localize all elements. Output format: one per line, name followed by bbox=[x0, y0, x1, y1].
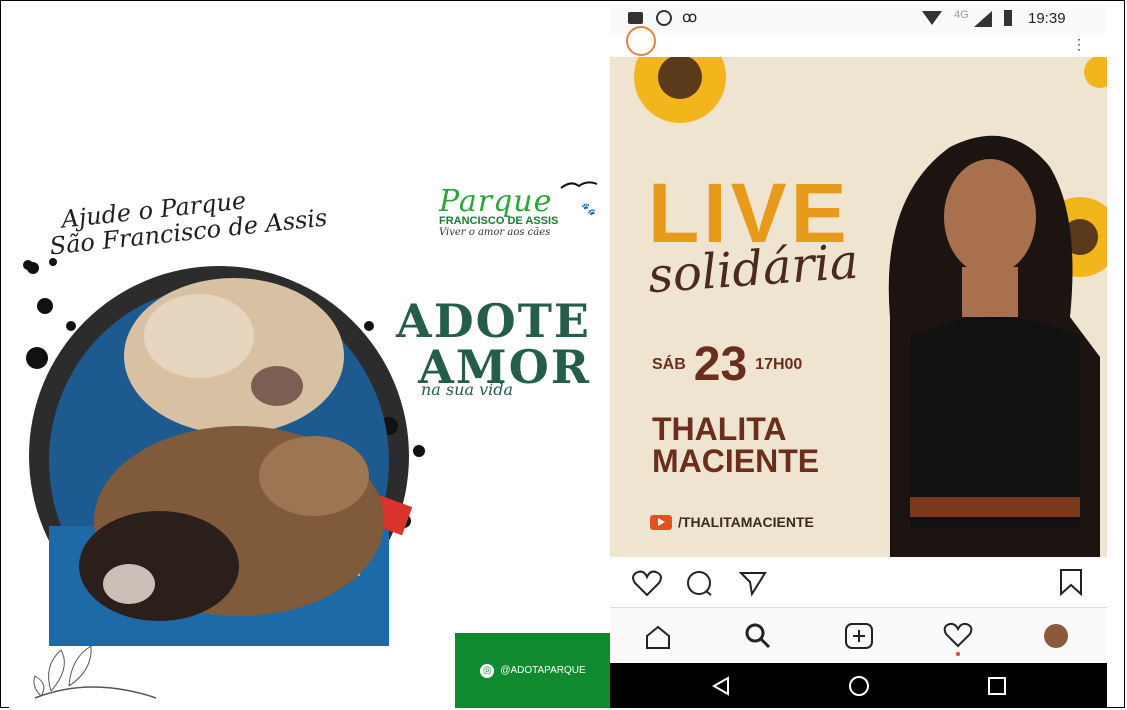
battery-icon bbox=[1004, 10, 1012, 26]
bullet-dot bbox=[23, 260, 33, 270]
instagram-icon: ◎ bbox=[480, 663, 495, 678]
back-icon[interactable] bbox=[710, 675, 732, 697]
recents-icon[interactable] bbox=[986, 675, 1008, 697]
status-bar: ꝏ 4G 19:39 bbox=[610, 5, 1107, 34]
brand-tagline: Viver o amor aos cães bbox=[439, 227, 551, 238]
phone-screenshot: ꝏ 4G 19:39 ⋮ LIVE solidária SÁB 23 17H00… bbox=[610, 5, 1107, 708]
youtube-handle: /THALITAMACIENTE bbox=[678, 514, 814, 530]
signal-icon bbox=[974, 11, 992, 27]
system-navigation bbox=[610, 663, 1107, 708]
clock: 19:39 bbox=[1028, 10, 1066, 27]
event-time: 17H00 bbox=[755, 355, 803, 373]
add-icon[interactable] bbox=[844, 622, 874, 650]
voicemail-icon: ꝏ bbox=[682, 9, 698, 26]
more-options-icon[interactable]: ⋮ bbox=[1072, 36, 1086, 53]
search-icon[interactable] bbox=[744, 622, 772, 650]
artist-first-name: THALITA bbox=[652, 411, 787, 447]
live-poster[interactable]: LIVE solidária SÁB 23 17H00 THALITA MACI… bbox=[610, 57, 1107, 557]
share-icon[interactable] bbox=[738, 569, 768, 597]
post-actions bbox=[610, 557, 1107, 607]
bookmark-icon[interactable] bbox=[1058, 567, 1084, 597]
home-icon[interactable] bbox=[644, 624, 672, 650]
event-date: SÁB 23 17H00 bbox=[652, 337, 802, 392]
singer-photo bbox=[888, 135, 1100, 557]
instagram-handle-bar[interactable]: ◎ @ADOTAPARQUE bbox=[455, 633, 611, 708]
event-weekday: SÁB bbox=[652, 355, 686, 373]
park-logo: Parque FRANCISCO DE ASSIS Viver o amor a… bbox=[439, 181, 609, 238]
comment-icon[interactable] bbox=[684, 569, 714, 597]
home-circle-icon[interactable] bbox=[847, 674, 871, 698]
gallery-icon bbox=[628, 12, 643, 24]
headline-adote: ADOTE bbox=[396, 294, 591, 348]
bird-icon bbox=[560, 181, 598, 189]
leaf-illustration-icon bbox=[33, 645, 157, 699]
activity-icon[interactable] bbox=[942, 622, 974, 658]
heart-icon[interactable] bbox=[632, 569, 662, 597]
brand-subtitle: FRANCISCO DE ASSIS bbox=[439, 215, 559, 227]
wifi-icon bbox=[922, 11, 942, 25]
paw-icon: 🐾 bbox=[581, 202, 596, 216]
youtube-icon bbox=[650, 514, 672, 530]
headline-subtitle: na sua vida bbox=[421, 380, 514, 399]
youtube-channel[interactable]: /THALITAMACIENTE bbox=[650, 514, 814, 530]
adoption-flyer: Ajude o Parque São Francisco de Assis Pa… bbox=[9, 6, 611, 708]
event-day: 23 bbox=[693, 338, 748, 391]
profile-icon[interactable] bbox=[1044, 624, 1068, 648]
whatsapp-icon bbox=[656, 10, 672, 26]
post-header[interactable]: ⋮ bbox=[610, 26, 1107, 57]
artist-last-name: MACIENTE bbox=[652, 443, 820, 479]
bottom-navigation bbox=[610, 607, 1107, 664]
instagram-handle: @ADOTAPARQUE bbox=[500, 665, 586, 676]
account-avatar[interactable] bbox=[626, 26, 656, 56]
network-type: 4G bbox=[954, 9, 969, 21]
